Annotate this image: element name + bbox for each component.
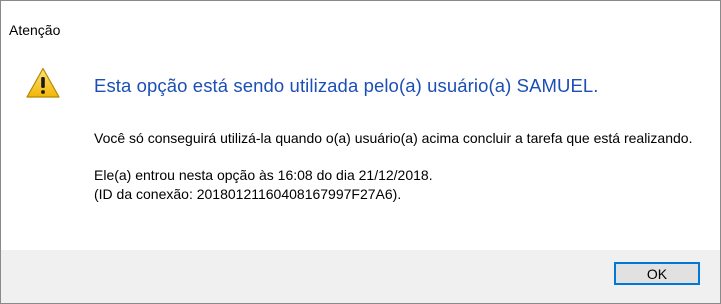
connection-info: Ele(a) entrou nesta opção às 16:08 do di…	[94, 166, 714, 204]
title-bar[interactable]: Atenção	[1, 1, 720, 38]
message-dialog: Atenção Esta opção está sendo utilizada …	[0, 0, 721, 304]
connection-id-text: (ID da conexão: 20180121160408167997F27A…	[94, 186, 402, 202]
dialog-content: Você só conseguirá utilizá-la quando o(a…	[94, 129, 714, 204]
ok-button[interactable]: OK	[614, 262, 700, 285]
warning-icon	[26, 67, 60, 98]
window-title: Atenção	[9, 22, 61, 38]
button-bar: OK	[1, 250, 720, 303]
message-paragraph: Você só conseguirá utilizá-la quando o(a…	[94, 130, 693, 146]
entry-time-text: Ele(a) entrou nesta opção às 16:08 do di…	[94, 167, 433, 183]
main-instruction: Esta opção está sendo utilizada pelo(a) …	[94, 75, 599, 96]
